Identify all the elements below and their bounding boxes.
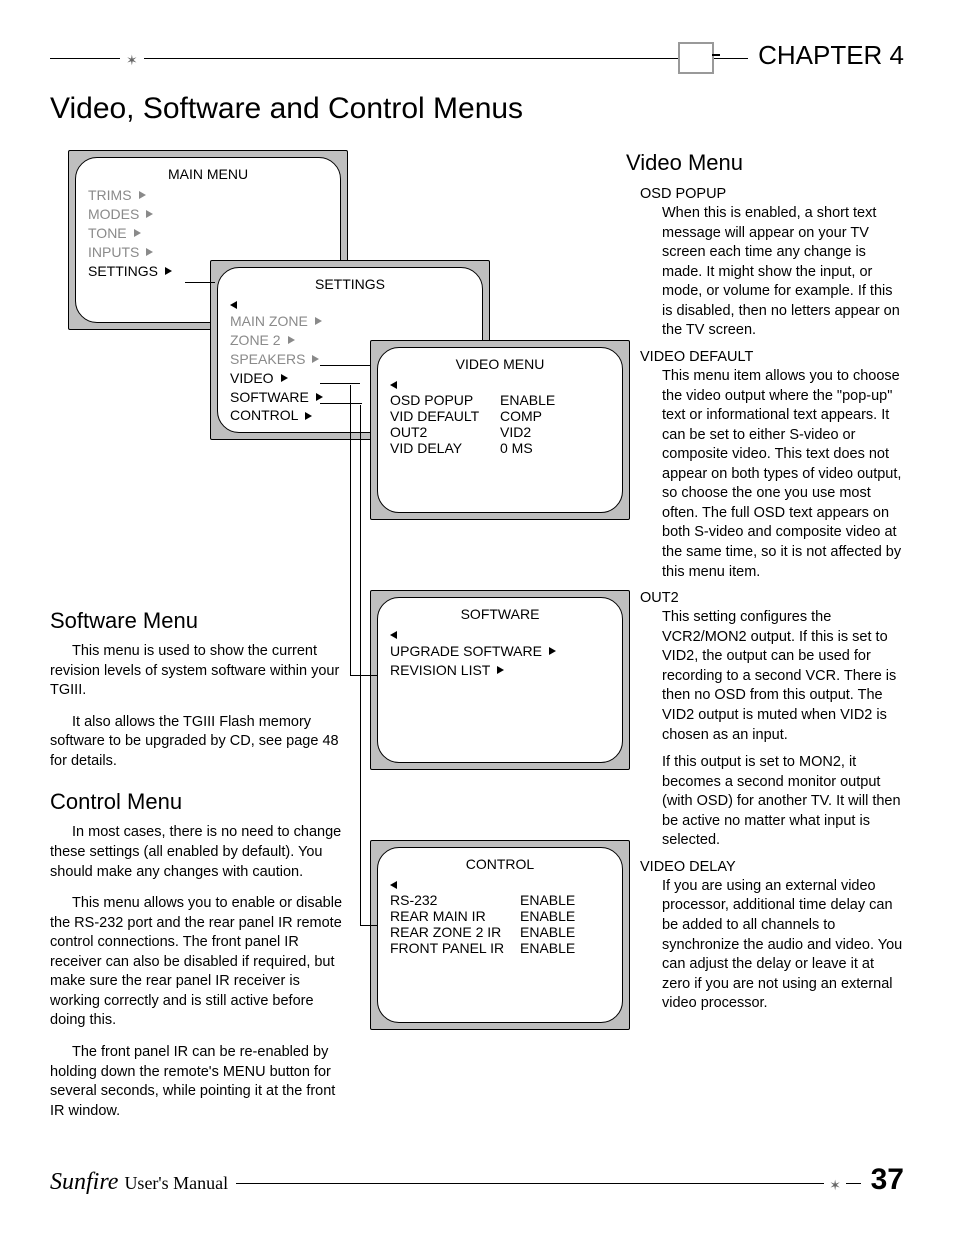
item-title-delay: VIDEO DELAY xyxy=(640,859,904,875)
item-title-default: VIDEO DEFAULT xyxy=(640,349,904,365)
control-row-rearzone2: REAR ZONE 2 IRENABLE xyxy=(390,924,610,940)
software-item-upgrade: UPGRADE SOFTWARE xyxy=(390,642,610,661)
settings-title: SETTINGS xyxy=(230,276,470,292)
header-box-icon xyxy=(678,42,714,74)
control-title: CONTROL xyxy=(390,856,610,872)
menu-item-modes: MODES xyxy=(88,205,328,224)
manual-label: User's Manual xyxy=(124,1173,228,1193)
page-header: ✶ CHAPTER 4 xyxy=(50,40,904,80)
software-heading: Software Menu xyxy=(50,608,350,634)
connector-line xyxy=(350,385,351,675)
video-row-delay: VID DELAY0 MS xyxy=(390,440,610,456)
right-column: Video Menu OSD POPUP When this is enable… xyxy=(626,150,904,1022)
main-menu-title: MAIN MENU xyxy=(88,166,328,182)
connector-line xyxy=(360,405,361,925)
connector-line xyxy=(185,282,215,283)
brand-label: Sunfire User's Manual xyxy=(50,1169,236,1196)
menu-item-tone: TONE xyxy=(88,224,328,243)
control-p2: This menu allows you to enable or disabl… xyxy=(50,894,350,1031)
back-arrow-icon xyxy=(230,296,470,312)
software-p1: This menu is used to show the current re… xyxy=(50,642,350,701)
software-title: SOFTWARE xyxy=(390,606,610,622)
item-body-out2: This setting configures the VCR2/MON2 ou… xyxy=(662,608,904,745)
diagram-column: MAIN MENU TRIMS MODES TONE INPUTS SETTIN… xyxy=(50,150,606,1022)
item-title-out2: OUT2 xyxy=(640,590,904,606)
brand-name: Sunfire xyxy=(50,1169,118,1195)
item-body-delay: If you are using an external video proce… xyxy=(662,877,904,1014)
item-title-osd: OSD POPUP xyxy=(640,186,904,202)
video-row-out2: OUT2VID2 xyxy=(390,424,610,440)
control-p3: The front panel IR can be re-enabled by … xyxy=(50,1043,350,1121)
software-item-revision: REVISION LIST xyxy=(390,661,610,680)
item-body-default: This menu item allows you to choose the … xyxy=(662,367,904,582)
connector-line xyxy=(320,403,362,404)
settings-item-mainzone: MAIN ZONE xyxy=(230,312,470,331)
control-row-rs232: RS-232ENABLE xyxy=(390,892,610,908)
connector-line xyxy=(320,365,370,366)
panel-video-menu: VIDEO MENU OSD POPUPENABLE VID DEFAULTCO… xyxy=(370,340,630,520)
video-menu-title: VIDEO MENU xyxy=(390,356,610,372)
control-row-rearmain: REAR MAIN IRENABLE xyxy=(390,908,610,924)
item-body-osd: When this is enabled, a short text messa… xyxy=(662,204,904,341)
video-row-osd: OSD POPUPENABLE xyxy=(390,392,610,408)
menu-item-trims: TRIMS xyxy=(88,186,328,205)
page-title: Video, Software and Control Menus xyxy=(50,92,904,126)
connector-line xyxy=(360,925,378,926)
back-arrow-icon xyxy=(390,626,610,642)
back-arrow-icon xyxy=(390,876,610,892)
video-menu-heading: Video Menu xyxy=(626,150,904,176)
page-number: 37 xyxy=(861,1163,904,1197)
control-p1: In most cases, there is no need to chang… xyxy=(50,823,350,882)
connector-line xyxy=(320,383,360,384)
menu-item-inputs: INPUTS xyxy=(88,243,328,262)
footer-star-icon: ✶ xyxy=(824,1177,846,1194)
chapter-label: CHAPTER 4 xyxy=(748,40,904,71)
panel-software: SOFTWARE UPGRADE SOFTWARE REVISION LIST xyxy=(370,590,630,770)
video-row-default: VID DEFAULTCOMP xyxy=(390,408,610,424)
control-row-frontpanel: FRONT PANEL IRENABLE xyxy=(390,940,610,956)
panel-control: CONTROL RS-232ENABLE REAR MAIN IRENABLE … xyxy=(370,840,630,1030)
item-body-out2b: If this output is set to MON2, it become… xyxy=(662,753,904,851)
header-star-icon: ✶ xyxy=(120,52,144,69)
page-footer: Sunfire User's Manual ✶ 37 xyxy=(50,1169,904,1199)
connector-line xyxy=(350,675,378,676)
software-p2: It also allows the TGIII Flash memory so… xyxy=(50,713,350,772)
text-sections: Software Menu This menu is used to show … xyxy=(50,590,350,1133)
control-heading: Control Menu xyxy=(50,789,350,815)
back-arrow-icon xyxy=(390,376,610,392)
